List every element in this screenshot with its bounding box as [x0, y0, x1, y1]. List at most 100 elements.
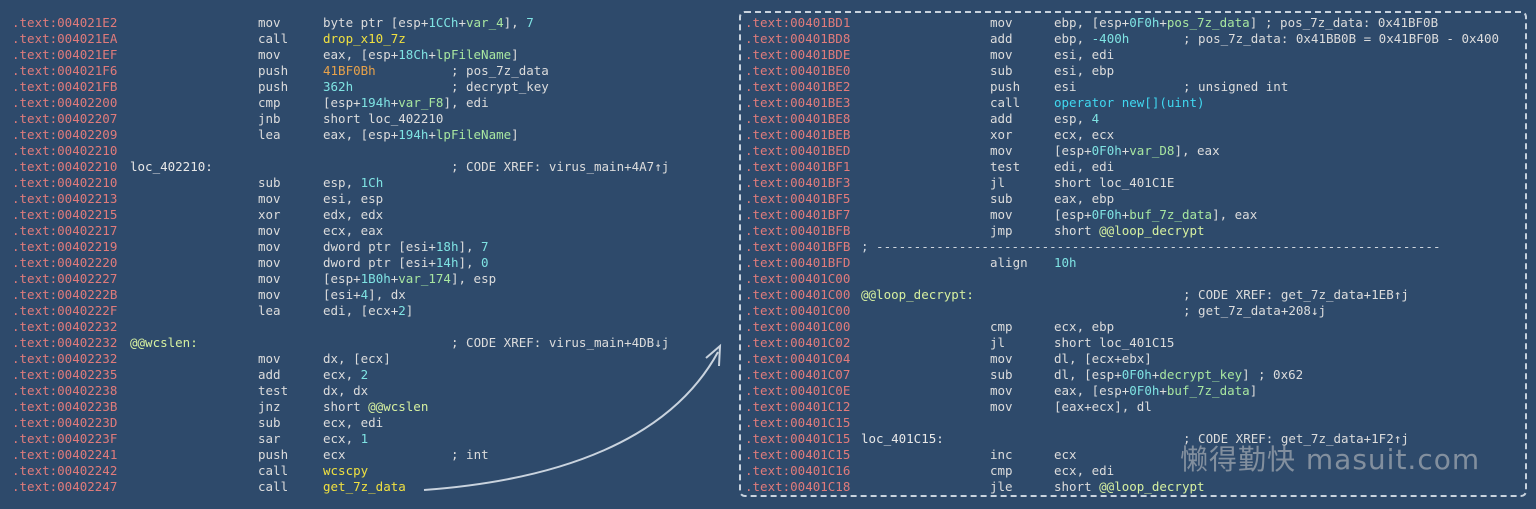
line-address: .text:00401BED — [745, 143, 851, 158]
code-line: .text:00401BD1 mov ebp, [esp+0F0h+pos_7z_d… — [745, 15, 1525, 31]
instruction-operands: drop_x10_7z — [323, 31, 406, 46]
instruction-mnemonic: mov — [258, 191, 281, 206]
line-address: .text:0040223D — [12, 415, 118, 430]
code-comment: ; int — [451, 447, 489, 462]
instruction-mnemonic: test — [990, 159, 1021, 174]
code-line: .text:00401BFB ; ------------------------… — [745, 239, 1525, 255]
code-line: .text:00401BF5 sub eax, ebp — [745, 191, 1525, 207]
line-address: .text:00401C04 — [745, 351, 851, 366]
code-line: .text:00401C0E mov eax, [esp+0F0h+buf_7z_d… — [745, 383, 1525, 399]
instruction-mnemonic: jmp — [990, 223, 1013, 238]
line-address: .text:00401C15 — [745, 415, 851, 430]
line-address: .text:00401BF5 — [745, 191, 851, 206]
instruction-mnemonic: mov — [990, 351, 1013, 366]
code-line: .text:00401C07 sub dl, [esp+0F0h+decrypt_k… — [745, 367, 1525, 383]
line-address: .text:00402235 — [12, 367, 118, 382]
code-line: .text:00402210 sub esp, 1Ch — [12, 175, 728, 191]
line-address: .text:00401BF1 — [745, 159, 851, 174]
instruction-mnemonic: lea — [258, 127, 281, 142]
section-separator: ; --------------------------------------… — [861, 239, 1441, 254]
code-line: .text:0040223D sub ecx, edi — [12, 415, 728, 431]
instruction-operands: byte ptr [esp+1CCh+var_4], 7 — [323, 15, 534, 30]
line-address: .text:00401BFB — [745, 239, 851, 254]
instruction-operands: [esp+1B0h+var_174], esp — [323, 271, 497, 286]
code-comment: ; get_7z_data+208↓j — [1183, 303, 1326, 318]
code-line: .text:00401C00 cmp ecx, ebp — [745, 319, 1525, 335]
code-comment: ; pos_7z_data — [451, 63, 549, 78]
instruction-mnemonic: add — [990, 111, 1013, 126]
instruction-mnemonic: mov — [990, 143, 1013, 158]
instruction-operands: esi, ebp — [1054, 63, 1115, 78]
instruction-operands: dl, [esp+0F0h+decrypt_key] — [1054, 367, 1250, 382]
instruction-operands: [esp+194h+var_F8], edi — [323, 95, 489, 110]
line-address: .text:00401BF3 — [745, 175, 851, 190]
code-line: .text:00402217 mov ecx, eax — [12, 223, 728, 239]
line-address: .text:00401C07 — [745, 367, 851, 382]
line-address: .text:00401BE3 — [745, 95, 851, 110]
code-comment: ; unsigned int — [1183, 79, 1289, 94]
code-line: .text:00401BE8 add esp, 4 — [745, 111, 1525, 127]
instruction-operands: ecx, ebp — [1054, 319, 1115, 334]
instruction-operands: ecx, edi — [1054, 463, 1115, 478]
code-label: @@loop_decrypt: — [861, 287, 974, 302]
code-line: .text:004021EA call drop_x10_7z — [12, 31, 728, 47]
instruction-mnemonic: add — [990, 31, 1013, 46]
code-comment: ; pos_7z_data: 0x41BB0B = 0x41BF0B - 0x4… — [1183, 31, 1500, 46]
line-address: .text:00402200 — [12, 95, 118, 110]
code-line: .text:00401BE2 push esi ; unsigned int — [745, 79, 1525, 95]
instruction-mnemonic: mov — [258, 351, 281, 366]
code-line: .text:00401C00 @@loop_decrypt: ; CODE XREF… — [745, 287, 1525, 303]
code-line: .text:0040222B mov [esi+4], dx — [12, 287, 728, 303]
instruction-operands: [esp+0F0h+buf_7z_data], eax — [1054, 207, 1258, 222]
instruction-mnemonic: test — [258, 383, 289, 398]
code-line: .text:00402207 jnb short loc_402210 — [12, 111, 728, 127]
instruction-operands: short loc_402210 — [323, 111, 444, 126]
code-line: .text:004021FB push 362h ; decrypt_key — [12, 79, 728, 95]
instruction-operands: dl, [ecx+ebx] — [1054, 351, 1152, 366]
code-label: loc_401C15: — [861, 431, 944, 446]
code-line: .text:00401C04 mov dl, [ecx+ebx] — [745, 351, 1525, 367]
instruction-mnemonic: call — [258, 31, 289, 46]
instruction-operands: ecx, 2 — [323, 367, 369, 382]
instruction-mnemonic: mov — [990, 207, 1013, 222]
code-line: .text:0040223B jnz short @@wcslen — [12, 399, 728, 415]
code-line: .text:00402238 test dx, dx — [12, 383, 728, 399]
code-line: .text:00402209 lea eax, [esp+194h+lpFileNa… — [12, 127, 728, 143]
code-line: .text:00401C18 jle short @@loop_decrypt — [745, 479, 1525, 495]
line-address: .text:00401BEB — [745, 127, 851, 142]
line-address: .text:00402210 — [12, 143, 118, 158]
line-address: .text:00402242 — [12, 463, 118, 478]
line-address: .text:0040222F — [12, 303, 118, 318]
instruction-mnemonic: xor — [258, 207, 281, 222]
code-line: .text:00402227 mov [esp+1B0h+var_174], esp — [12, 271, 728, 287]
instruction-operands: edi, edi — [1054, 159, 1115, 174]
instruction-operands: [esi+4], dx — [323, 287, 406, 302]
line-address: .text:0040222B — [12, 287, 118, 302]
code-line: .text:00402220 mov dword ptr [esi+14h], 0 — [12, 255, 728, 271]
instruction-mnemonic: mov — [258, 239, 281, 254]
instruction-operands: eax, [esp+18Ch+lpFileName] — [323, 47, 519, 62]
line-address: .text:00401BE8 — [745, 111, 851, 126]
instruction-operands: esp, 4 — [1054, 111, 1100, 126]
instruction-mnemonic: mov — [258, 223, 281, 238]
instruction-mnemonic: call — [258, 463, 289, 478]
line-address: .text:00402217 — [12, 223, 118, 238]
instruction-operands: short @@loop_decrypt — [1054, 479, 1205, 494]
line-address: .text:00401C15 — [745, 447, 851, 462]
instruction-mnemonic: jnz — [258, 399, 281, 414]
instruction-mnemonic: mov — [990, 47, 1013, 62]
line-address: .text:00402247 — [12, 479, 118, 494]
code-line: .text:00402232 mov dx, [ecx] — [12, 351, 728, 367]
line-address: .text:00402232 — [12, 351, 118, 366]
code-line: .text:00401BE0 sub esi, ebp — [745, 63, 1525, 79]
line-address: .text:00401BE2 — [745, 79, 851, 94]
code-comment: ; CODE XREF: virus_main+4A7↑j — [451, 159, 670, 174]
instruction-operands: short loc_401C1E — [1054, 175, 1175, 190]
line-address: .text:00401BE0 — [745, 63, 851, 78]
line-address: .text:00401C02 — [745, 335, 851, 350]
code-comment: ; CODE XREF: get_7z_data+1EB↑j — [1183, 287, 1409, 302]
instruction-mnemonic: sub — [258, 175, 281, 190]
line-address: .text:00402210 — [12, 175, 118, 190]
line-address: .text:00401C00 — [745, 287, 851, 302]
instruction-mnemonic: push — [258, 447, 289, 462]
